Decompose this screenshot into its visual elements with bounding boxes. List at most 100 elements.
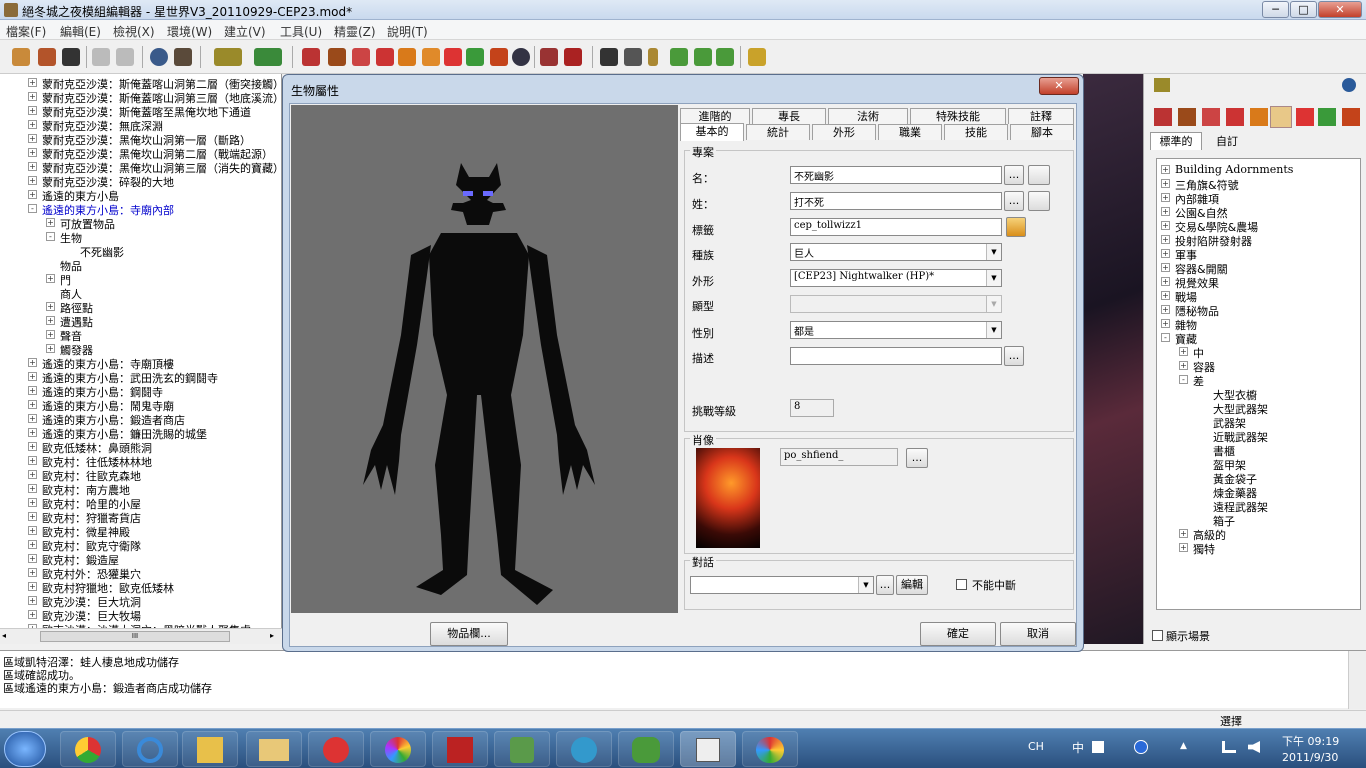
build-icon[interactable]: [716, 48, 734, 66]
tree-item[interactable]: 商人: [60, 286, 82, 301]
expand-icon[interactable]: +: [46, 218, 55, 227]
horizontal-scrollbar[interactable]: ◂ III ▸: [0, 628, 282, 644]
journal-icon[interactable]: [670, 48, 688, 66]
tree-item[interactable]: 歐克村外：恐獾巢穴: [42, 566, 141, 581]
palette-item[interactable]: 差: [1193, 373, 1204, 388]
tree-item[interactable]: 蒙耐克亞沙漠：碎裂的大地: [42, 174, 174, 189]
tree-item[interactable]: 歐克村：狩獵寄貨店: [42, 510, 141, 525]
sound-icon[interactable]: [512, 48, 530, 66]
tree-item[interactable]: 觸發器: [60, 342, 93, 357]
tree-item[interactable]: 遙遠的東方小島：寺廟內部: [42, 202, 174, 217]
menu-wizards[interactable]: 精靈(Z): [334, 23, 376, 40]
ime-indicator[interactable]: CH: [1028, 740, 1044, 753]
tree-item[interactable]: 歐克村：微星神殿: [42, 524, 130, 539]
dialogue-edit-button[interactable]: 編輯: [896, 575, 928, 595]
tree-item[interactable]: 遙遠的東方小島：鬧鬼寺廟: [42, 398, 174, 413]
palette-tab-custom[interactable]: 自訂: [1204, 134, 1250, 150]
palette-item[interactable]: 遠程武器架: [1213, 499, 1268, 514]
palette-tree[interactable]: + Building Adornments + 三角旗&符號 + 內部雜項 + 公園&自然 + 交…: [1156, 158, 1361, 610]
scroll-thumb[interactable]: III: [40, 631, 230, 642]
expand-icon[interactable]: +: [28, 372, 37, 381]
taskbar-acrobat-icon[interactable]: [432, 731, 488, 767]
palette-item[interactable]: 箱子: [1213, 513, 1235, 528]
script-icon[interactable]: [600, 48, 618, 66]
tree-item[interactable]: 歐克沙漠：巨大坑洞: [42, 594, 141, 609]
expand-icon[interactable]: +: [1161, 291, 1170, 300]
surname-more-button[interactable]: ...: [1004, 191, 1024, 211]
key-icon[interactable]: [748, 48, 766, 66]
tab-classes[interactable]: 職業: [878, 124, 942, 140]
taskbar-picasa-icon[interactable]: [370, 731, 426, 767]
clock-date[interactable]: 2011/9/30: [1282, 751, 1338, 764]
palette-item[interactable]: 書櫃: [1213, 443, 1235, 458]
palette-store-icon[interactable]: [1250, 108, 1268, 126]
expand-icon[interactable]: +: [28, 554, 37, 563]
tree-item[interactable]: 歐克沙漠：巨大牧場: [42, 608, 141, 623]
expand-icon[interactable]: +: [28, 106, 37, 115]
name-field[interactable]: 不死幽影: [790, 166, 1002, 184]
expand-icon[interactable]: +: [28, 134, 37, 143]
expand-icon[interactable]: +: [28, 540, 37, 549]
conversation-icon[interactable]: [624, 48, 642, 66]
show-scene-checkbox[interactable]: [1152, 630, 1163, 641]
start-button[interactable]: [4, 731, 46, 767]
tab-feats[interactable]: 專長: [752, 108, 826, 124]
tab-comments[interactable]: 註釋: [1008, 108, 1074, 124]
palette-item[interactable]: 中: [1193, 345, 1204, 360]
tab-basic[interactable]: 基本的: [680, 123, 744, 141]
tag-field[interactable]: cep_tollwizz1: [790, 218, 1002, 236]
tree-item[interactable]: 遙遠的東方小島: [42, 188, 119, 203]
taskbar-chrome-icon[interactable]: [60, 731, 116, 767]
taskbar-messenger-icon[interactable]: [618, 731, 674, 767]
taskbar-paint-icon[interactable]: [742, 731, 798, 767]
palette-item[interactable]: 大型武器架: [1213, 401, 1268, 416]
menu-file[interactable]: 檔案(F): [6, 23, 46, 40]
palette-item[interactable]: 寶藏: [1175, 331, 1197, 346]
palette-item[interactable]: 隱秘物品: [1175, 303, 1219, 318]
tree-item[interactable]: 遙遠的東方小島：鍛造者商店: [42, 412, 185, 427]
expand-icon[interactable]: +: [28, 582, 37, 591]
minimize-button[interactable]: ─: [1262, 1, 1289, 18]
menu-build[interactable]: 建立(V): [224, 23, 266, 40]
area-viewport[interactable]: [1083, 74, 1143, 644]
palette-item[interactable]: Building Adornments: [1175, 163, 1293, 177]
expand-icon[interactable]: +: [1161, 193, 1170, 202]
lips-icon[interactable]: [564, 48, 582, 66]
tree-item[interactable]: 門: [60, 272, 71, 287]
expand-icon[interactable]: +: [1161, 305, 1170, 314]
expand-icon[interactable]: +: [28, 162, 37, 171]
tree-item[interactable]: 蒙耐克亞沙漠：黑俺坎山洞第二層（戰端起源）: [42, 146, 273, 161]
tree-item[interactable]: 物品: [60, 258, 82, 273]
tree-item[interactable]: 可放置物品: [60, 216, 115, 231]
expand-icon[interactable]: +: [28, 512, 37, 521]
taskbar-photos-icon[interactable]: [182, 731, 238, 767]
expand-icon[interactable]: +: [28, 176, 37, 185]
palette-item-icon[interactable]: [1270, 106, 1292, 128]
tab-spells[interactable]: 法術: [828, 108, 908, 124]
expand-icon[interactable]: +: [28, 470, 37, 479]
expand-icon[interactable]: +: [28, 148, 37, 157]
expand-icon[interactable]: +: [46, 302, 55, 311]
map-icon[interactable]: [254, 48, 282, 66]
expand-icon[interactable]: +: [1161, 235, 1170, 244]
palette-item[interactable]: 內部雜項: [1175, 191, 1219, 206]
terrain-icon[interactable]: [214, 48, 242, 66]
palette-creature-icon[interactable]: [1154, 108, 1172, 126]
potion-icon[interactable]: [648, 48, 658, 66]
clock-time[interactable]: 下午 09:19: [1282, 733, 1339, 749]
palette-item[interactable]: 雜物: [1175, 317, 1197, 332]
palette-item[interactable]: 三角旗&符號: [1175, 177, 1239, 192]
tree-item[interactable]: 歐克村：歐克守衛隊: [42, 538, 141, 553]
expand-icon[interactable]: +: [28, 428, 37, 437]
expand-icon[interactable]: +: [28, 358, 37, 367]
view-icon[interactable]: [540, 48, 558, 66]
tray-expand-icon[interactable]: ▲: [1180, 741, 1187, 751]
expand-icon[interactable]: +: [1161, 277, 1170, 286]
expand-icon[interactable]: +: [1161, 207, 1170, 216]
body-type-select[interactable]: ▼: [790, 295, 1002, 313]
paint-icon[interactable]: [174, 48, 192, 66]
expand-icon[interactable]: +: [28, 442, 37, 451]
expand-icon[interactable]: +: [1161, 179, 1170, 188]
tree-item[interactable]: 歐克村狩獵地：歐克低矮林: [42, 580, 174, 595]
tree-item[interactable]: 遙遠的東方小島：鐮田洗賜的城堡: [42, 426, 207, 441]
